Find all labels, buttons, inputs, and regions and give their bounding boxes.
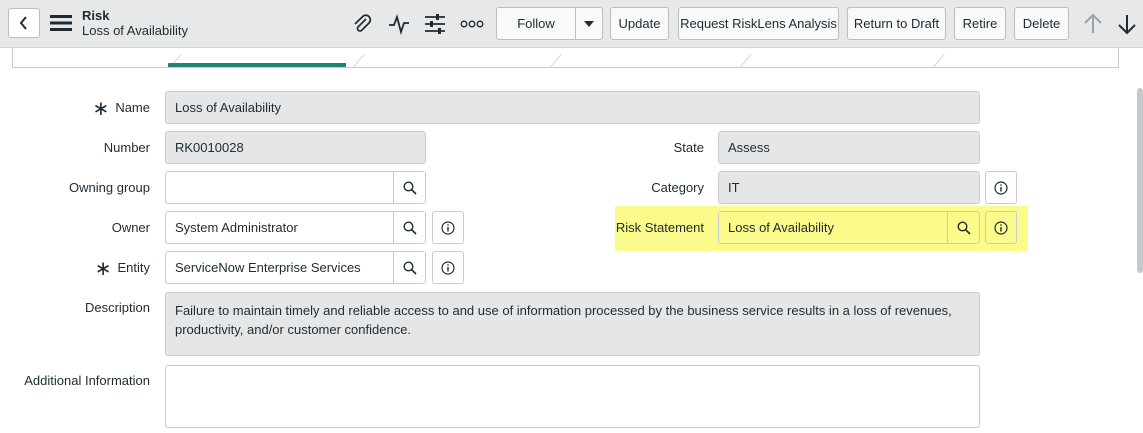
state-label: State — [673, 140, 704, 155]
category-info-button[interactable] — [985, 171, 1017, 204]
risk-statement-label: Risk Statement — [615, 220, 704, 235]
arrow-up-icon[interactable] — [1080, 11, 1106, 37]
sliders-icon[interactable] — [422, 11, 448, 37]
owner-input[interactable]: System Administrator — [165, 211, 394, 244]
owner-info-button[interactable] — [432, 211, 464, 244]
scrollbar[interactable] — [1137, 88, 1143, 273]
info-icon — [441, 220, 455, 235]
entity-lookup-button[interactable] — [393, 251, 426, 284]
info-icon — [994, 220, 1008, 235]
name-field[interactable]: Loss of Availability — [165, 91, 980, 124]
follow-button[interactable]: Follow — [496, 7, 576, 40]
record-header: Risk Loss of Availability Follow Update … — [0, 0, 1143, 48]
entity-input[interactable]: ServiceNow Enterprise Services — [165, 251, 394, 284]
back-button[interactable] — [8, 8, 40, 38]
record-title: Risk Loss of Availability — [82, 8, 188, 38]
entity-label: ∗ Entity — [94, 258, 150, 280]
activity-icon[interactable] — [386, 11, 412, 37]
owner-lookup-button[interactable] — [393, 211, 426, 244]
required-marker: ∗ — [92, 98, 110, 120]
back-icon — [19, 16, 27, 30]
table-name: Risk — [82, 8, 110, 23]
number-label: Number — [103, 140, 150, 155]
return-to-draft-button[interactable]: Return to Draft — [847, 7, 946, 40]
description-field[interactable]: Failure to maintain timely and reliable … — [165, 292, 980, 356]
more-icon[interactable] — [459, 11, 485, 37]
additional-info-textarea[interactable] — [165, 365, 980, 428]
required-marker: ∗ — [94, 258, 112, 280]
risk-statement-info-button[interactable] — [985, 211, 1017, 244]
state-field[interactable]: Assess — [718, 131, 980, 164]
paperclip-icon[interactable] — [349, 11, 375, 37]
arrow-down-icon[interactable] — [1114, 11, 1140, 37]
request-risklens-button[interactable]: Request RiskLens Analysis — [678, 7, 839, 40]
description-label: Description — [84, 300, 150, 315]
owner-label: Owner — [111, 220, 150, 235]
update-button[interactable]: Update — [610, 7, 669, 40]
category-field[interactable]: IT — [718, 171, 980, 204]
risk-statement-lookup-button[interactable] — [947, 211, 980, 244]
owning-group-lookup-button[interactable] — [393, 171, 426, 204]
risk-statement-input[interactable]: Loss of Availability — [718, 211, 948, 244]
entity-info-button[interactable] — [432, 251, 464, 284]
owning-group-input[interactable] — [165, 171, 394, 204]
chevron-down-icon — [584, 20, 594, 27]
info-icon — [994, 180, 1008, 195]
category-label: Category — [651, 180, 704, 195]
search-icon — [402, 220, 417, 235]
additional-info-label: Additional Information — [24, 373, 150, 388]
search-icon — [956, 220, 971, 235]
search-icon — [402, 180, 417, 195]
record-name: Loss of Availability — [82, 23, 188, 38]
menu-icon[interactable] — [50, 13, 72, 33]
number-field[interactable]: RK0010028 — [165, 131, 426, 164]
info-icon — [441, 260, 455, 275]
owning-group-label: Owning group — [69, 180, 150, 195]
delete-button[interactable]: Delete — [1014, 7, 1069, 40]
tab-active-indicator[interactable] — [168, 63, 346, 67]
follow-dropdown-button[interactable] — [575, 7, 603, 40]
retire-button[interactable]: Retire — [954, 7, 1006, 40]
name-label: ∗ Name — [92, 98, 150, 120]
search-icon — [402, 260, 417, 275]
